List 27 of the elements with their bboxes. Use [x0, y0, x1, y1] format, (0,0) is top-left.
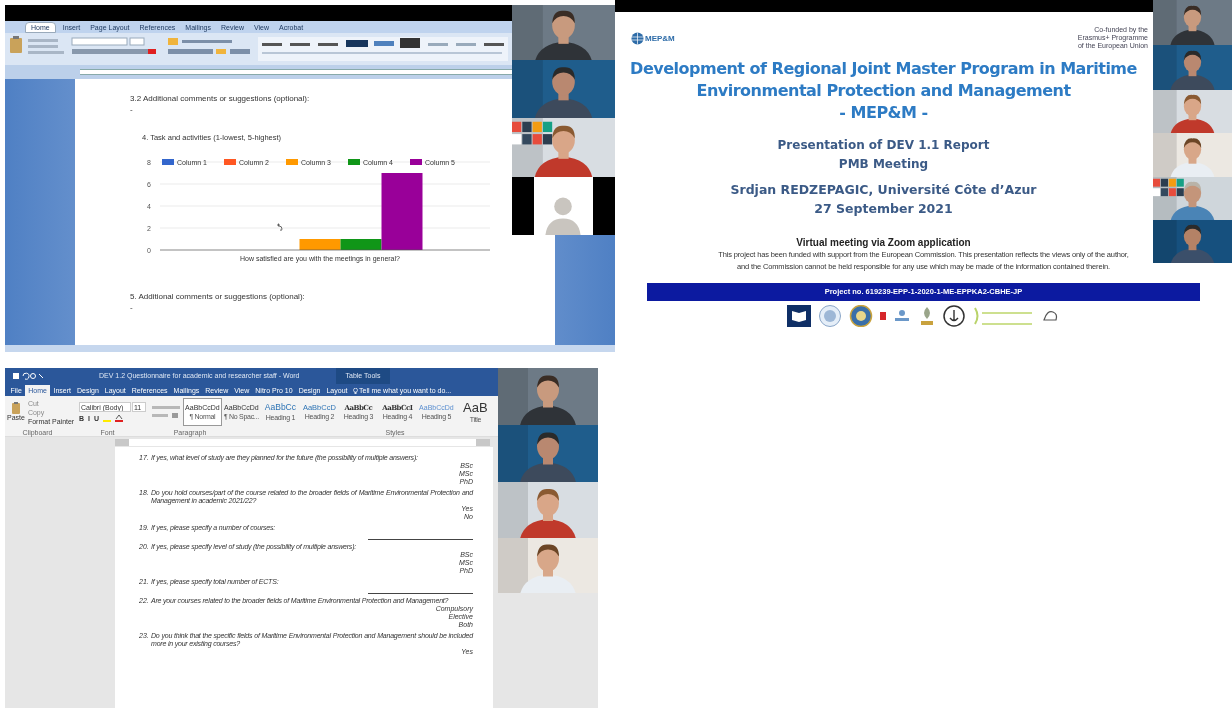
question-heading: 5. Additional comments or suggestions (optional): [130, 291, 306, 302]
question-value: - [130, 302, 134, 313]
quick-access-icon [13, 372, 43, 380]
round-emblem-icon [817, 305, 842, 327]
slide-author: Srdjan REDZEPAGIC, Université Côte d’Azur [730, 181, 1037, 199]
slide-date: 27 September 2021 [814, 200, 953, 218]
crest-icon [892, 309, 911, 323]
lightbulb-icon [353, 387, 358, 394]
bar [299, 239, 341, 250]
slide-meeting: Virtual meeting via Zoom application [796, 236, 971, 249]
globe-icon [631, 32, 644, 45]
slide-subtitle: Presentation of DEV 1.1 Report [777, 137, 990, 154]
comment-value: - [130, 104, 134, 115]
emblem-mark-icon [879, 312, 886, 320]
cursor-icon [276, 223, 283, 231]
slide-title: Environmental Protection and Management [695, 80, 1072, 102]
comment-heading: 3.2 Additional comments or suggestions (optional): [130, 93, 311, 104]
font-color-icon [103, 415, 123, 422]
paragraph-tools-icon [151, 404, 180, 420]
banner-logo-icon [971, 306, 1034, 326]
book-logo-icon [786, 305, 811, 327]
clipboard-icon [10, 402, 21, 414]
slide-subtitle: PMB Meeting [837, 156, 930, 173]
logo-text: MEP&M [645, 32, 675, 45]
slide-title: - MEP&M - [838, 102, 929, 124]
slide-title: Development of Regional Joint Master Program in Maritime [630, 58, 1137, 80]
seal-icon [848, 305, 873, 327]
